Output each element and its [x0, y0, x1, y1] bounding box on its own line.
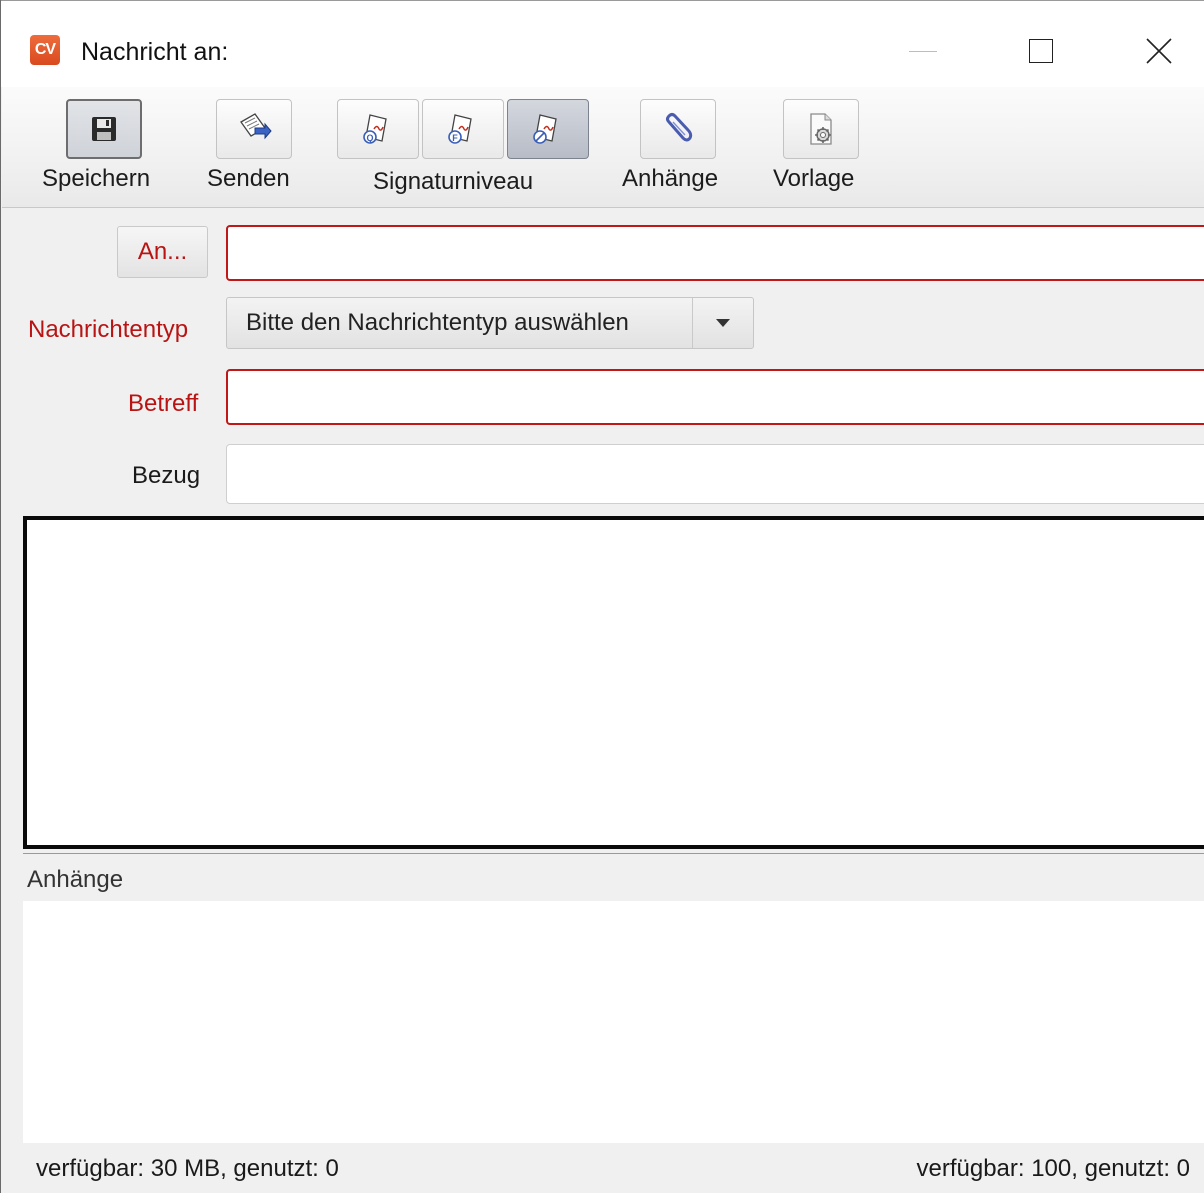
count-status: verfügbar: 100, genutzt: 0	[916, 1155, 1190, 1182]
message-compose-window: CV Nachricht an: Speichern Senden Q F Si…	[0, 0, 1204, 1193]
toolbar: Speichern Senden Q F Signaturniveau Anhä…	[2, 87, 1204, 208]
attachments-list[interactable]	[23, 901, 1204, 1143]
send-button[interactable]	[216, 99, 292, 159]
splitter[interactable]	[23, 853, 1204, 854]
floppy-disk-icon	[92, 117, 116, 141]
minimize-button[interactable]	[893, 27, 953, 75]
message-type-label: Nachrichtentyp	[28, 316, 189, 343]
signature-advanced-button[interactable]: F	[422, 99, 504, 159]
size-status: verfügbar: 30 MB, genutzt: 0	[36, 1155, 339, 1182]
signature-none-button[interactable]	[507, 99, 589, 159]
send-document-icon	[240, 113, 272, 140]
close-button[interactable]	[1129, 27, 1189, 75]
dropdown-arrow[interactable]	[692, 298, 753, 348]
attachments-label: Anhänge	[622, 165, 719, 192]
paperclip-icon	[666, 113, 693, 142]
attachments-button[interactable]	[640, 99, 716, 159]
template-settings-icon	[810, 113, 832, 145]
signature-level-label: Signaturniveau	[373, 168, 534, 195]
attachments-section-label: Anhänge	[27, 866, 124, 893]
window-title: Nachricht an:	[81, 38, 229, 66]
svg-text:F: F	[452, 133, 458, 143]
title-bar[interactable]: CV Nachricht an:	[1, 1, 1204, 87]
maximize-icon	[1029, 39, 1053, 63]
recipient-button[interactable]: An...	[117, 226, 208, 278]
signature-qualified-icon: Q	[363, 114, 387, 144]
message-type-dropdown[interactable]: Bitte den Nachrichtentyp auswählen	[226, 297, 754, 349]
template-button[interactable]	[783, 99, 859, 159]
reference-label: Bezug	[132, 462, 201, 489]
svg-text:Q: Q	[366, 133, 373, 143]
template-label: Vorlage	[773, 165, 855, 192]
maximize-button[interactable]	[1011, 27, 1071, 75]
send-label: Senden	[207, 165, 290, 192]
reference-field[interactable]	[226, 444, 1204, 504]
save-button[interactable]	[66, 99, 142, 159]
minimize-icon	[909, 50, 937, 52]
message-type-value: Bitte den Nachrichtentyp auswählen	[246, 309, 629, 336]
chevron-down-icon	[716, 319, 730, 327]
signature-qualified-button[interactable]: Q	[337, 99, 419, 159]
signature-none-icon	[533, 114, 557, 144]
message-body-editor[interactable]	[23, 516, 1204, 849]
save-label: Speichern	[42, 165, 151, 192]
subject-label: Betreff	[128, 390, 199, 417]
app-logo-icon: CV	[30, 35, 60, 65]
close-icon	[1146, 38, 1172, 64]
subject-field[interactable]	[226, 369, 1204, 425]
signature-advanced-icon: F	[448, 114, 472, 144]
recipient-field[interactable]	[226, 225, 1204, 281]
